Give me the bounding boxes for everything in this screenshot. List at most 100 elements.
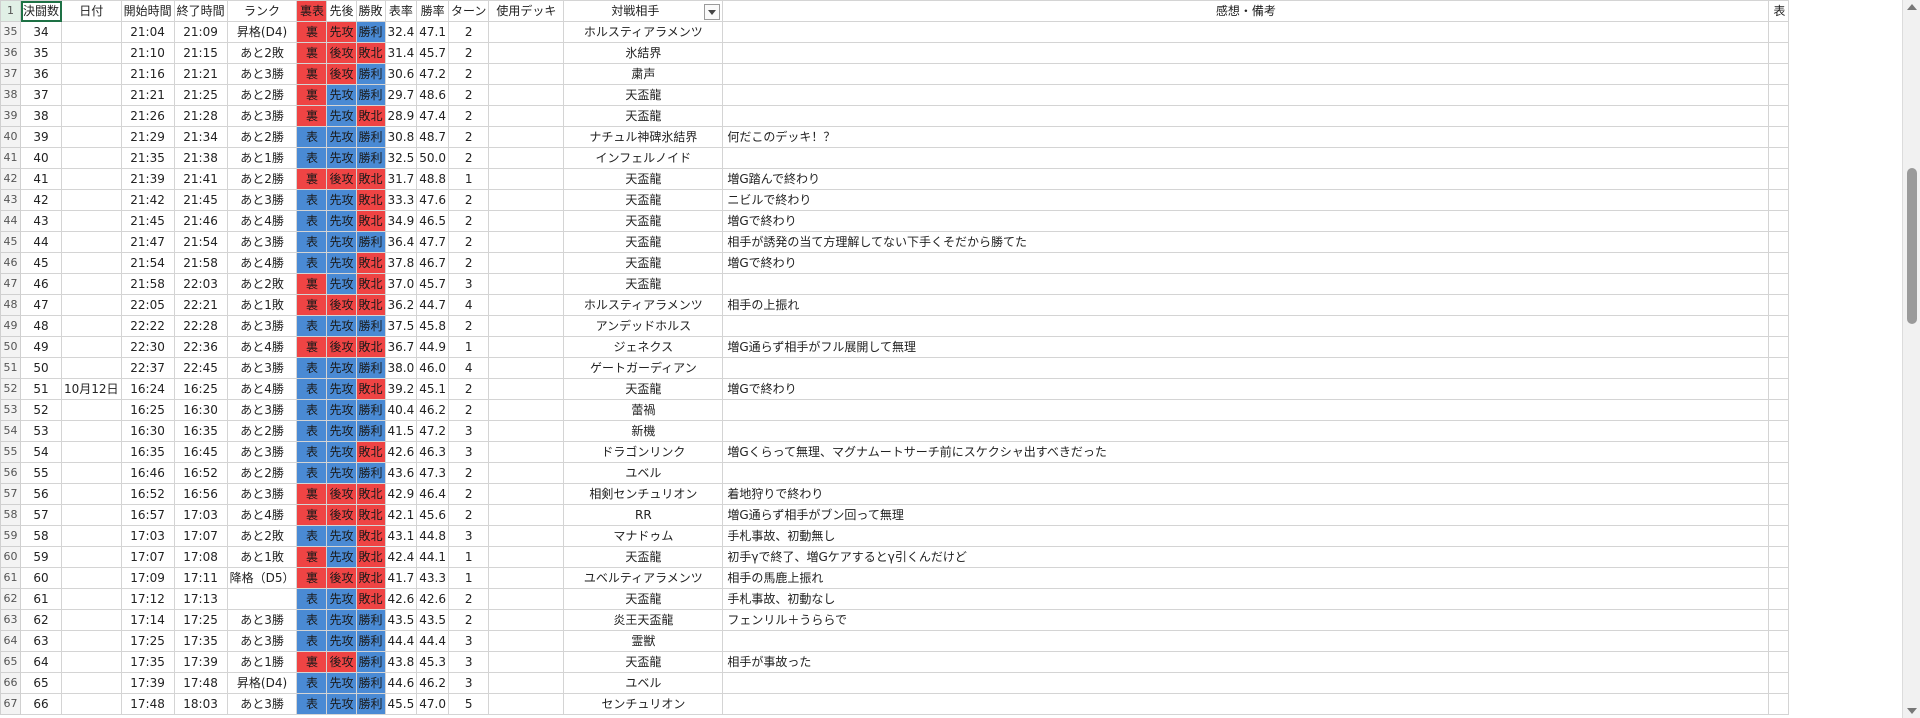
cell-notes[interactable] [722,357,1770,379]
cell-result[interactable]: 敗北 [355,441,386,463]
cell-win-rate[interactable]: 45.1 [416,378,449,400]
cell-win-rate[interactable]: 44.1 [416,546,449,568]
cell-heads-rate[interactable]: 36.4 [384,231,418,253]
cell-end-time[interactable]: 17:08 [173,546,228,568]
cell-start-time[interactable]: 17:07 [120,546,175,568]
cell-turns[interactable]: 1 [447,546,490,568]
cell-win-rate[interactable]: 47.1 [416,21,449,43]
cell-notes[interactable] [722,462,1770,484]
cell-turns[interactable]: 2 [447,462,490,484]
row-header[interactable]: 47 [0,273,21,295]
cell-coin[interactable]: 裏 [296,483,328,505]
cell-turn-order[interactable]: 先攻 [326,189,357,211]
cell-result[interactable]: 勝利 [355,231,386,253]
cell-rank[interactable]: あと3勝 [226,357,298,379]
cell-heads-rate[interactable]: 44.4 [384,630,418,652]
cell-turns[interactable]: 2 [447,483,490,505]
scrollbar-thumb[interactable] [1907,168,1917,324]
cell-coin[interactable]: 表 [296,189,328,211]
cell-turns[interactable]: 2 [447,126,490,148]
cell-win-rate[interactable]: 47.6 [416,189,449,211]
cell-start-time[interactable]: 17:14 [120,609,175,631]
row-header[interactable]: 54 [0,420,21,442]
cell-win-rate[interactable]: 46.5 [416,210,449,232]
cell-notes[interactable] [722,315,1770,337]
cell-start-time[interactable]: 21:21 [120,84,175,106]
cell-result[interactable]: 敗北 [355,105,386,127]
cell-win-rate[interactable]: 46.2 [416,672,449,694]
cell-opponent[interactable]: 蕾禍 [563,399,724,421]
col-header-win-rate[interactable]: 勝率 [416,0,449,22]
cell-duel-count[interactable]: 52 [19,399,63,421]
cell-coin[interactable]: 表 [296,231,328,253]
cell-extra[interactable] [1768,378,1790,400]
cell-coin[interactable]: 裏 [296,105,328,127]
cell-date[interactable] [61,63,122,85]
cell-heads-rate[interactable]: 41.5 [384,420,418,442]
cell-heads-rate[interactable]: 32.4 [384,21,418,43]
cell-result[interactable]: 勝利 [355,63,386,85]
cell-turns[interactable]: 2 [447,231,490,253]
cell-start-time[interactable]: 17:12 [120,588,175,610]
vertical-scrollbar[interactable] [1902,0,1920,718]
cell-result[interactable]: 勝利 [355,420,386,442]
cell-rank[interactable]: あと3勝 [226,231,298,253]
cell-turn-order[interactable]: 後攻 [326,168,357,190]
cell-win-rate[interactable]: 48.6 [416,84,449,106]
cell-date[interactable] [61,483,122,505]
cell-notes[interactable]: 増G通らず相手がフル展開して無理 [722,336,1770,358]
cell-turns[interactable]: 3 [447,525,490,547]
cell-coin[interactable]: 裏 [296,84,328,106]
cell-coin[interactable]: 表 [296,399,328,421]
cell-coin[interactable]: 裏 [296,504,328,526]
cell-start-time[interactable]: 21:16 [120,63,175,85]
cell-date[interactable] [61,252,122,274]
cell-extra[interactable] [1768,105,1790,127]
cell-coin[interactable]: 表 [296,525,328,547]
cell-result[interactable]: 敗北 [355,189,386,211]
cell-coin[interactable]: 表 [296,672,328,694]
cell-extra[interactable] [1768,294,1790,316]
cell-end-time[interactable]: 17:48 [173,672,228,694]
cell-extra[interactable] [1768,504,1790,526]
cell-win-rate[interactable]: 44.9 [416,336,449,358]
cell-opponent[interactable]: ナチュル神碑氷結界 [563,126,724,148]
row-header[interactable]: 37 [0,63,21,85]
cell-turns[interactable]: 3 [447,630,490,652]
cell-win-rate[interactable]: 48.8 [416,168,449,190]
cell-used-deck[interactable] [488,651,565,673]
cell-opponent[interactable]: ホルスティアラメンツ [563,21,724,43]
cell-result[interactable]: 勝利 [355,672,386,694]
cell-rank[interactable]: あと3勝 [226,399,298,421]
row-header[interactable]: 35 [0,21,21,43]
cell-coin[interactable]: 表 [296,588,328,610]
cell-rank[interactable]: あと3勝 [226,105,298,127]
row-header[interactable]: 58 [0,504,21,526]
cell-turn-order[interactable]: 後攻 [326,336,357,358]
cell-turn-order[interactable]: 先攻 [326,693,357,715]
cell-turns[interactable]: 2 [447,315,490,337]
cell-used-deck[interactable] [488,693,565,715]
cell-used-deck[interactable] [488,126,565,148]
cell-turn-order[interactable]: 先攻 [326,630,357,652]
cell-opponent[interactable]: 天盃龍 [563,273,724,295]
cell-duel-count[interactable]: 54 [19,441,63,463]
cell-turns[interactable]: 2 [447,210,490,232]
cell-start-time[interactable]: 21:39 [120,168,175,190]
cell-turn-order[interactable]: 先攻 [326,357,357,379]
cell-end-time[interactable]: 21:25 [173,84,228,106]
cell-result[interactable]: 敗北 [355,294,386,316]
cell-coin[interactable]: 裏 [296,336,328,358]
cell-opponent[interactable]: 天盃龍 [563,252,724,274]
row-header[interactable]: 49 [0,315,21,337]
col-header-opponent[interactable]: 対戦相手 [563,0,724,22]
cell-turns[interactable]: 2 [447,63,490,85]
cell-notes[interactable]: 増Gくらって無理、マグナムートサーチ前にスケクシャ出すべきだった [722,441,1770,463]
cell-used-deck[interactable] [488,147,565,169]
cell-duel-count[interactable]: 42 [19,189,63,211]
cell-opponent[interactable]: アンデッドホルス [563,315,724,337]
cell-used-deck[interactable] [488,336,565,358]
cell-duel-count[interactable]: 41 [19,168,63,190]
cell-coin[interactable]: 表 [296,147,328,169]
cell-result[interactable]: 敗北 [355,378,386,400]
